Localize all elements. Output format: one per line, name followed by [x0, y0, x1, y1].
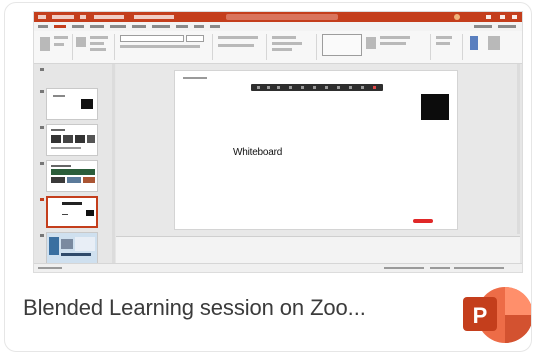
ribbon-tab	[90, 25, 104, 28]
thumbnails-scrollbar	[112, 64, 115, 264]
ribbon-separator	[316, 34, 317, 60]
slide-thumbnail-selected	[46, 196, 98, 228]
window-title-text	[94, 15, 124, 19]
ribbon-button	[90, 42, 104, 45]
dictate-icon	[470, 36, 478, 50]
quick-access-toolbar	[80, 15, 86, 19]
ribbon-button	[90, 36, 108, 39]
ribbon-tab	[210, 25, 220, 28]
ribbon-button	[436, 36, 452, 39]
slide-number	[40, 68, 44, 71]
zoom-toolbar	[251, 84, 383, 91]
powerpoint-letter: P	[473, 303, 488, 328]
video-thumbnail	[421, 94, 449, 120]
current-slide: Whiteboard	[174, 70, 458, 230]
font-size-box	[186, 35, 204, 42]
slide-thumbnail	[46, 88, 98, 120]
shapes-gallery	[322, 34, 362, 56]
ribbon-tab	[110, 25, 126, 28]
slide-number	[40, 198, 44, 201]
ribbon-tab	[152, 25, 170, 28]
slide-thumbnail	[46, 124, 98, 156]
paragraph-buttons	[218, 36, 258, 39]
slide-number	[40, 126, 44, 129]
ribbon-button	[90, 48, 106, 51]
font-format-buttons	[120, 45, 200, 48]
slide-number	[40, 162, 44, 165]
ribbon-tabs	[34, 22, 522, 31]
ribbon-separator	[430, 34, 431, 60]
slide-header-text	[183, 77, 207, 79]
editor-scrollbar	[517, 64, 520, 234]
designer-icon	[488, 36, 500, 50]
ribbon-button	[380, 36, 410, 39]
quick-access-toolbar	[52, 15, 74, 19]
ribbon-tab	[72, 25, 84, 28]
ribbon-tab	[38, 25, 48, 28]
ribbon-separator	[266, 34, 267, 60]
window-title-text	[134, 15, 174, 19]
ribbon-tab	[176, 25, 188, 28]
ribbon-button	[272, 42, 302, 45]
ribbon-tab	[54, 25, 66, 28]
ribbon-button	[436, 42, 450, 45]
ribbon-separator	[72, 34, 73, 60]
close-icon	[512, 15, 517, 19]
maximize-icon	[500, 15, 505, 19]
ribbon-button	[272, 36, 296, 39]
slide-thumbnails-pane	[34, 64, 104, 266]
file-title[interactable]: Blended Learning session on Zoo...	[23, 295, 453, 321]
ribbon-tab	[132, 25, 146, 28]
new-slide-icon	[76, 37, 86, 47]
ribbon-button	[54, 36, 68, 39]
arrange-icon	[366, 37, 376, 49]
slide-body-text: Whiteboard	[233, 147, 283, 158]
slide-thumbnail	[46, 160, 98, 192]
slide-number	[40, 234, 44, 237]
file-card[interactable]: Whiteboard Blended Learning session on Z…	[4, 2, 532, 352]
status-bar	[34, 263, 522, 272]
stop-share-pill	[413, 219, 433, 223]
ppt-titlebar	[34, 12, 522, 22]
ribbon-separator	[212, 34, 213, 60]
slide-thumbnail	[46, 232, 98, 264]
ribbon-button	[272, 48, 292, 51]
ribbon-button	[380, 42, 406, 45]
file-thumbnail[interactable]: Whiteboard	[33, 11, 523, 273]
paragraph-buttons	[218, 44, 254, 47]
ribbon-button	[54, 43, 64, 46]
ribbon-separator	[462, 34, 463, 60]
ribbon-separator	[114, 34, 115, 60]
minimize-icon	[486, 15, 491, 19]
ribbon-tab	[194, 25, 204, 28]
slide-number	[40, 90, 44, 93]
font-name-box	[120, 35, 184, 42]
quick-access-toolbar	[38, 15, 46, 19]
ribbon-tab	[474, 25, 492, 28]
paste-icon	[40, 37, 50, 51]
ribbon-tab	[498, 25, 516, 28]
avatar	[454, 14, 460, 20]
notes-pane	[116, 236, 520, 266]
ribbon	[34, 31, 522, 64]
powerpoint-icon: P	[463, 287, 531, 343]
search-box	[226, 14, 338, 20]
